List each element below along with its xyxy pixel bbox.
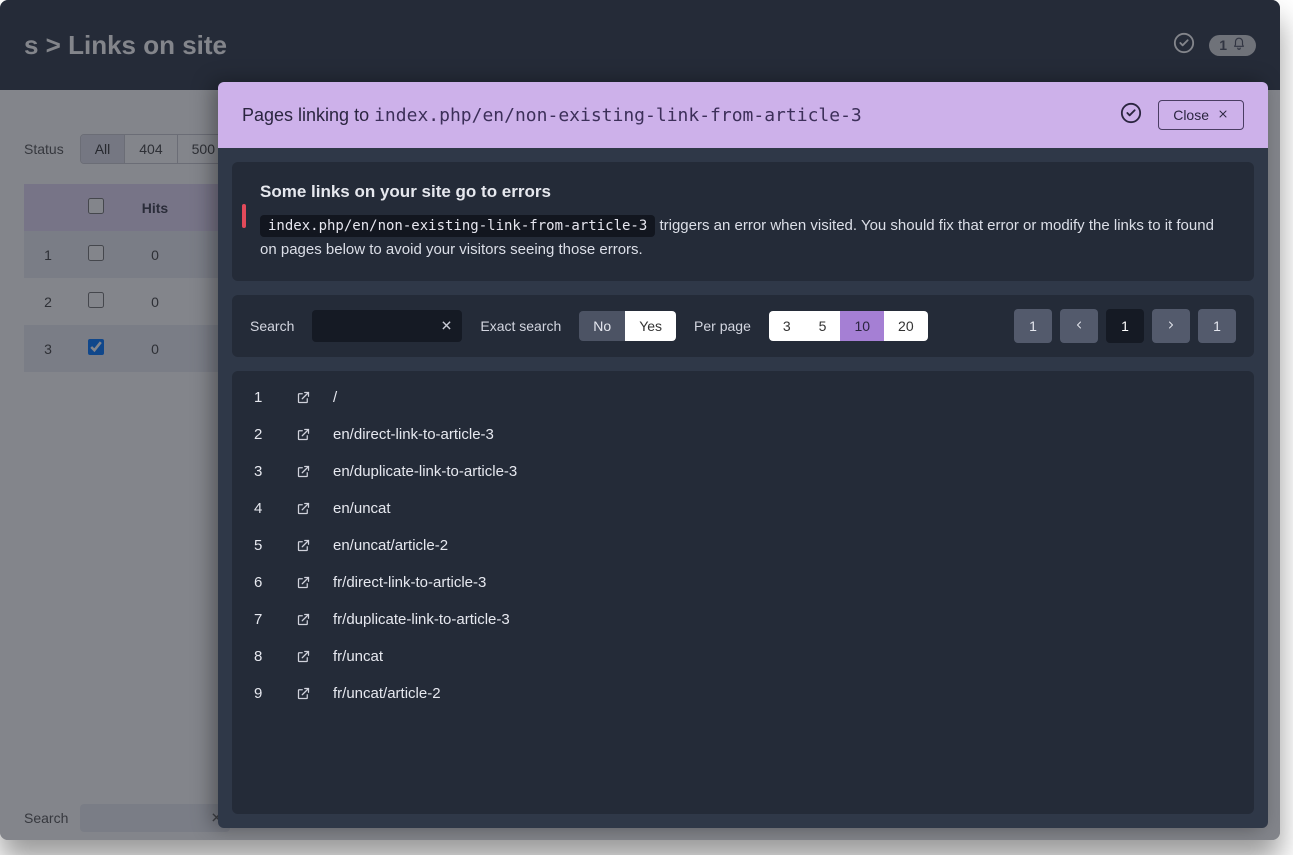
perpage-20-button[interactable]: 20 <box>884 311 928 341</box>
pager: 1 1 1 <box>1014 309 1236 343</box>
external-link-icon[interactable] <box>296 649 311 664</box>
list-item-path[interactable]: fr/direct-link-to-article-3 <box>333 574 486 591</box>
list-item-path[interactable]: / <box>333 389 337 406</box>
list-item: 4 en/uncat <box>250 490 1254 527</box>
chevron-right-icon <box>1165 318 1177 334</box>
list-item-index: 8 <box>254 648 274 665</box>
results-list[interactable]: 1/2en/direct-link-to-article-33en/duplic… <box>232 371 1254 814</box>
list-item-index: 2 <box>254 426 274 443</box>
pager-next-button[interactable] <box>1152 309 1190 343</box>
list-item: 2 en/direct-link-to-article-3 <box>250 416 1254 453</box>
modal-title-prefix: Pages linking to <box>242 105 374 125</box>
per-page-toggle: 3 5 10 20 <box>769 311 928 341</box>
list-item-path[interactable]: fr/uncat/article-2 <box>333 685 441 702</box>
close-icon <box>1217 107 1229 123</box>
modal-title: Pages linking to index.php/en/non-existi… <box>242 105 862 126</box>
perpage-10-button[interactable]: 10 <box>840 311 884 341</box>
exact-no-button[interactable]: No <box>579 311 625 341</box>
pager-first-button[interactable]: 1 <box>1014 309 1052 343</box>
close-icon[interactable]: ✕ <box>441 317 453 334</box>
perpage-3-button[interactable]: 3 <box>769 311 805 341</box>
search-label: Search <box>250 318 294 334</box>
list-item-index: 5 <box>254 537 274 554</box>
list-item-path[interactable]: en/uncat <box>333 500 391 517</box>
list-item: 8 fr/uncat <box>250 638 1254 675</box>
alert-body: index.php/en/non-existing-link-from-arti… <box>260 214 1226 261</box>
list-item: 7 fr/duplicate-link-to-article-3 <box>250 601 1254 638</box>
pager-last-button[interactable]: 1 <box>1198 309 1236 343</box>
pager-current-button[interactable]: 1 <box>1106 309 1144 343</box>
list-item-path[interactable]: fr/uncat <box>333 648 383 665</box>
results-toolbar: Search ✕ Exact search No Yes Per page 3 … <box>232 295 1254 357</box>
chevron-left-icon <box>1073 318 1085 334</box>
alert-code-path: index.php/en/non-existing-link-from-arti… <box>260 215 655 237</box>
external-link-icon[interactable] <box>296 464 311 479</box>
list-item-path[interactable]: fr/duplicate-link-to-article-3 <box>333 611 510 628</box>
external-link-icon[interactable] <box>296 427 311 442</box>
modal-header: Pages linking to index.php/en/non-existi… <box>218 82 1268 148</box>
perpage-5-button[interactable]: 5 <box>805 311 841 341</box>
list-item-index: 4 <box>254 500 274 517</box>
list-item-path[interactable]: en/direct-link-to-article-3 <box>333 426 494 443</box>
close-button[interactable]: Close <box>1158 100 1244 130</box>
list-item-index: 6 <box>254 574 274 591</box>
external-link-icon[interactable] <box>296 501 311 516</box>
exact-search-label: Exact search <box>480 318 561 334</box>
list-item-path[interactable]: en/uncat/article-2 <box>333 537 448 554</box>
list-item-index: 1 <box>254 389 274 406</box>
pager-prev-button[interactable] <box>1060 309 1098 343</box>
modal-title-path: index.php/en/non-existing-link-from-arti… <box>374 105 862 126</box>
list-item-index: 3 <box>254 463 274 480</box>
external-link-icon[interactable] <box>296 575 311 590</box>
external-link-icon[interactable] <box>296 390 311 405</box>
list-item: 3 en/duplicate-link-to-article-3 <box>250 453 1254 490</box>
alert-heading: Some links on your site go to errors <box>260 182 1226 202</box>
list-item: 1/ <box>250 379 1254 416</box>
list-item-index: 9 <box>254 685 274 702</box>
close-label: Close <box>1173 107 1209 123</box>
exact-search-toggle: No Yes <box>579 311 676 341</box>
list-item: 5 en/uncat/article-2 <box>250 527 1254 564</box>
list-item: 9 fr/uncat/article-2 <box>250 675 1254 712</box>
external-link-icon[interactable] <box>296 686 311 701</box>
error-alert: Some links on your site go to errors ind… <box>232 162 1254 281</box>
linking-pages-modal: Pages linking to index.php/en/non-existi… <box>218 82 1268 828</box>
exact-yes-button[interactable]: Yes <box>625 311 676 341</box>
check-circle-icon[interactable] <box>1120 102 1142 129</box>
per-page-label: Per page <box>694 318 751 334</box>
list-item-path[interactable]: en/duplicate-link-to-article-3 <box>333 463 517 480</box>
external-link-icon[interactable] <box>296 612 311 627</box>
external-link-icon[interactable] <box>296 538 311 553</box>
list-item: 6 fr/direct-link-to-article-3 <box>250 564 1254 601</box>
list-item-index: 7 <box>254 611 274 628</box>
